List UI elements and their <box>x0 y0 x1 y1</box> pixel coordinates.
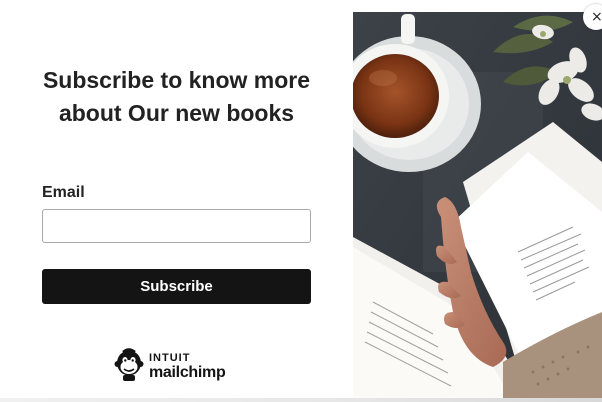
bottom-strip <box>0 398 602 402</box>
subscribe-modal: Subscribe to know more about Our new boo… <box>0 12 602 402</box>
mailchimp-text: mailchimp <box>149 364 226 381</box>
email-field[interactable] <box>42 209 311 243</box>
signup-form-panel: Subscribe to know more about Our new boo… <box>0 12 353 402</box>
popup-headline: Subscribe to know more about Our new boo… <box>42 67 311 126</box>
subscribe-button[interactable]: Subscribe <box>42 269 311 304</box>
close-button[interactable]: × <box>583 4 602 30</box>
mailchimp-freddie-icon <box>114 347 144 387</box>
email-label: Email <box>42 184 85 201</box>
mailchimp-logo[interactable]: INTUIT mailchimp <box>114 347 226 387</box>
intuit-text: INTUIT <box>149 352 191 364</box>
book-photo <box>353 12 602 402</box>
mailchimp-wordmark: INTUIT mailchimp <box>149 352 226 381</box>
